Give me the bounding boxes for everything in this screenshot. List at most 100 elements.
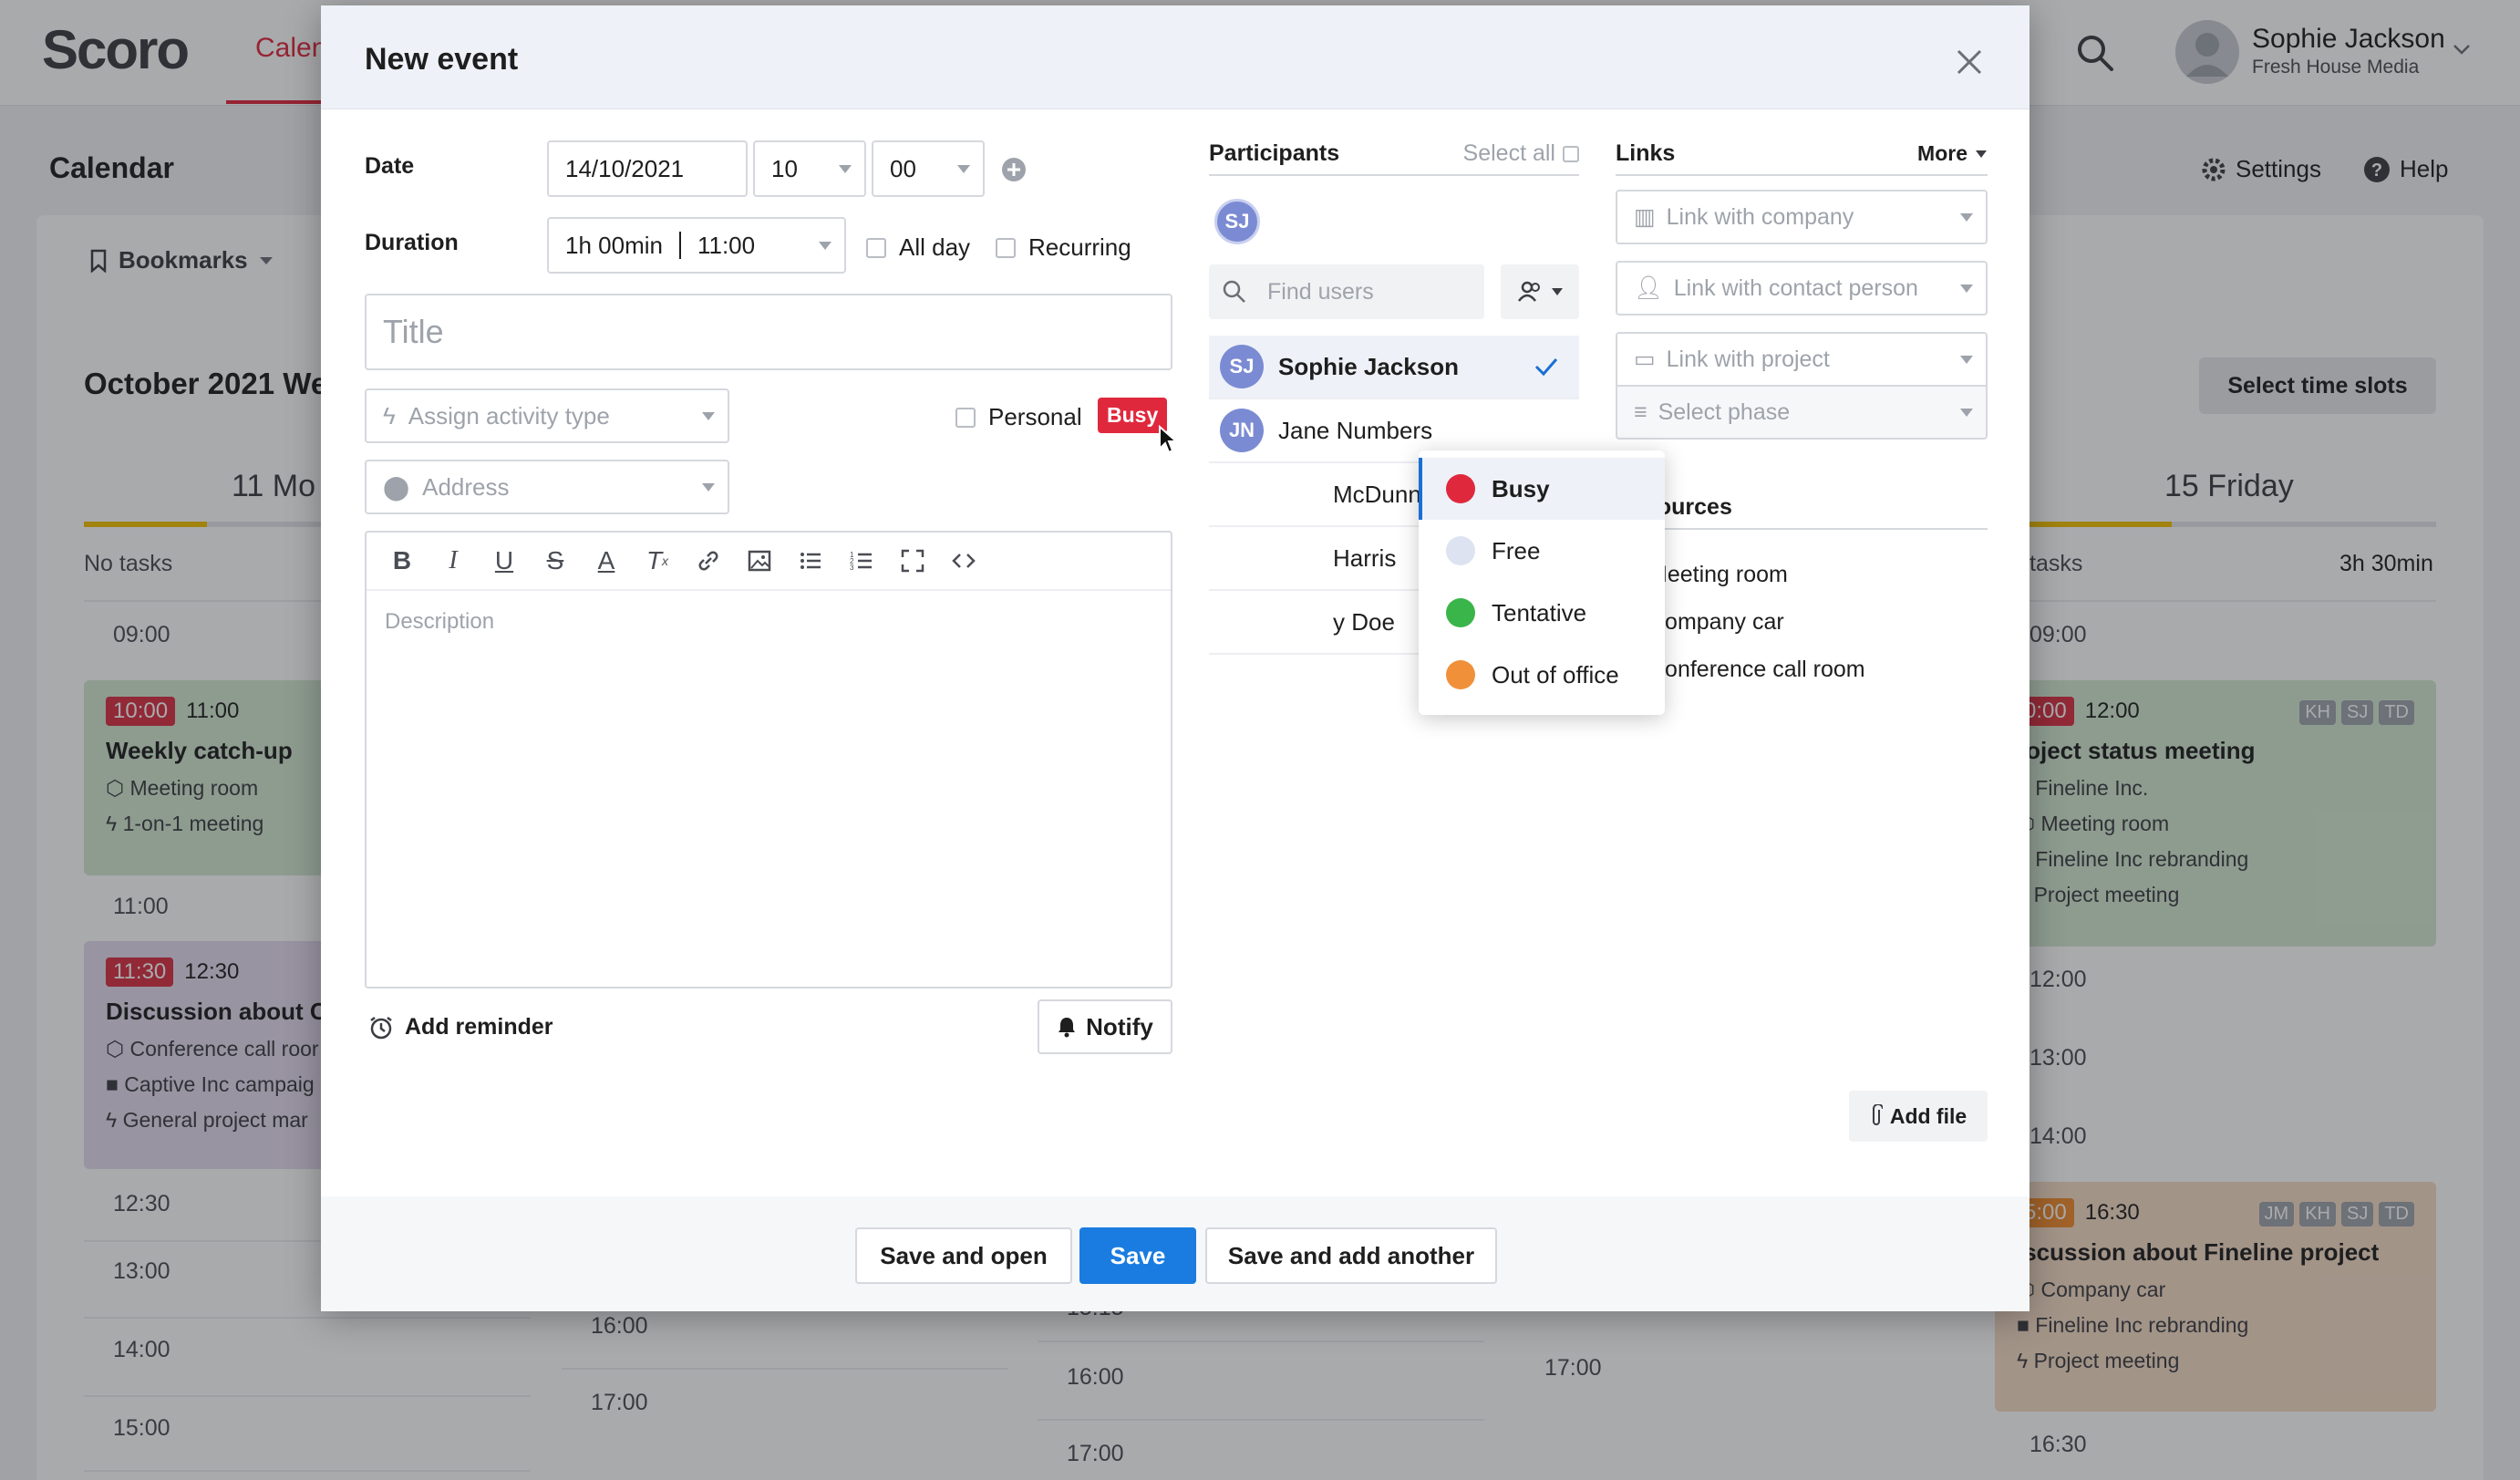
user-groups-button[interactable]	[1501, 264, 1579, 319]
activity-type-select[interactable]: ϟ Assign activity type	[365, 388, 729, 443]
recurring-label: Recurring	[1028, 233, 1131, 261]
status-dropdown-menu: Busy Free Tentative Out of office	[1419, 450, 1665, 715]
participant-name: Harris	[1333, 543, 1397, 572]
status-dot	[1446, 536, 1475, 565]
more-links-button[interactable]: More	[1917, 140, 1988, 167]
hour-value: 10	[771, 154, 798, 182]
minute-value: 00	[890, 154, 916, 182]
status-option-free[interactable]: Free	[1419, 520, 1665, 582]
status-dot	[1446, 660, 1475, 689]
phase-icon: ≡	[1634, 398, 1647, 425]
numbered-list-icon[interactable]: 123	[846, 545, 877, 576]
strikethrough-icon[interactable]: S	[540, 545, 571, 576]
lightning-icon: ϟ	[383, 401, 396, 430]
svg-text:3: 3	[850, 564, 854, 572]
participant-name: McDunn	[1333, 480, 1421, 508]
modal-title: New event	[365, 42, 519, 77]
recurring-checkbox[interactable]: Recurring	[996, 233, 1131, 262]
link-icon[interactable]	[693, 545, 724, 576]
checkbox[interactable]	[955, 407, 976, 428]
bold-icon[interactable]: B	[387, 545, 418, 576]
add-reminder-label: Add reminder	[405, 1014, 553, 1040]
modal-header	[321, 5, 2029, 109]
all-day-checkbox[interactable]: All day	[866, 233, 970, 262]
participant-avatar: SJ	[1220, 345, 1264, 388]
link-company-select[interactable]: ▥ Link with company	[1616, 190, 1988, 244]
mouse-cursor-icon	[1158, 425, 1178, 454]
status-option-tentative[interactable]: Tentative	[1419, 582, 1665, 644]
description-editor[interactable]: B I U S A Tx 123 Description	[365, 531, 1172, 988]
activity-placeholder: Assign activity type	[408, 401, 610, 430]
select-phase-select[interactable]: ≡ Select phase	[1616, 385, 1988, 440]
status-option-out-of-office[interactable]: Out of office	[1419, 644, 1665, 706]
checkbox[interactable]	[1563, 145, 1579, 162]
title-placeholder: Title	[383, 313, 444, 350]
duration-select[interactable]: 1h 00min 11:00	[547, 217, 846, 274]
add-time-icon[interactable]	[1001, 157, 1027, 182]
notify-button[interactable]: Notify	[1038, 999, 1172, 1054]
save-and-open-button[interactable]: Save and open	[855, 1227, 1072, 1284]
users-icon	[1516, 279, 1545, 305]
status-option-label: Out of office	[1492, 660, 1619, 688]
all-day-label: All day	[899, 233, 971, 261]
checkbox[interactable]	[996, 237, 1016, 258]
status-badge[interactable]: Busy	[1098, 398, 1168, 433]
resource-label: Company car	[1648, 609, 1784, 635]
editor-toolbar: B I U S A Tx 123	[367, 533, 1171, 591]
clear-format-icon[interactable]: Tx	[642, 545, 673, 576]
personal-label: Personal	[988, 403, 1082, 430]
text-color-icon[interactable]: A	[591, 545, 622, 576]
participant-avatar: JN	[1220, 409, 1264, 452]
alarm-icon	[368, 1015, 394, 1040]
more-label: More	[1917, 141, 1967, 165]
participant-row[interactable]: SJ Sophie Jackson	[1209, 336, 1579, 399]
end-time-value: 11:00	[697, 231, 756, 259]
selected-participant-avatar[interactable]: SJ	[1214, 199, 1260, 244]
bullet-list-icon[interactable]	[795, 545, 826, 576]
participants-header: Participants Select all	[1209, 140, 1579, 176]
select-all-toggle[interactable]: Select all	[1463, 140, 1579, 167]
link-contact-placeholder: Link with contact person	[1673, 274, 1918, 301]
participant-name: Jane Numbers	[1278, 416, 1433, 444]
link-contact-select[interactable]: 👤︎ Link with contact person	[1616, 261, 1988, 316]
date-input[interactable]: 14/10/2021	[547, 140, 748, 197]
add-file-button[interactable]: Add file	[1849, 1091, 1988, 1142]
close-icon[interactable]	[1953, 46, 1986, 78]
italic-icon[interactable]: I	[438, 545, 469, 576]
search-icon	[1222, 279, 1247, 305]
select-phase-placeholder: Select phase	[1658, 398, 1791, 425]
title-input[interactable]: Title	[365, 294, 1172, 370]
status-options: Busy Free Tentative Out of office	[1419, 450, 1665, 706]
resource-label: Conference call room	[1648, 657, 1865, 682]
hour-select[interactable]: 10	[753, 140, 866, 197]
image-icon[interactable]	[744, 545, 775, 576]
status-option-label: Tentative	[1492, 598, 1587, 626]
find-users-input[interactable]: Find users	[1209, 264, 1484, 319]
minute-select[interactable]: 00	[872, 140, 985, 197]
fullscreen-icon[interactable]	[897, 545, 928, 576]
link-project-select[interactable]: ▭ Link with project	[1616, 332, 1988, 387]
resources-header: Resources	[1616, 494, 1988, 530]
checkbox[interactable]	[866, 237, 886, 258]
save-and-add-another-button[interactable]: Save and add another	[1205, 1227, 1497, 1284]
notify-label: Notify	[1086, 1012, 1153, 1040]
building-icon: ▥	[1634, 204, 1656, 230]
personal-checkbox[interactable]: Personal	[955, 403, 1082, 431]
code-icon[interactable]	[948, 545, 979, 576]
status-option-busy[interactable]: Busy	[1419, 458, 1665, 520]
duration-value: 1h 00min	[565, 231, 663, 259]
participant-name: Sophie Jackson	[1278, 352, 1459, 380]
add-reminder-button[interactable]: Add reminder	[368, 1014, 553, 1040]
address-input[interactable]: ⬤ Address	[365, 460, 729, 514]
save-button[interactable]: Save	[1079, 1227, 1196, 1284]
underline-icon[interactable]: U	[489, 545, 520, 576]
find-users-placeholder: Find users	[1267, 278, 1374, 305]
description-placeholder: Description	[385, 609, 495, 634]
links-title: Links	[1616, 140, 1676, 166]
select-all-label: Select all	[1462, 140, 1555, 166]
new-event-modal: New event Date 14/10/2021 10 00 Duration…	[321, 5, 2029, 1311]
bell-icon	[1057, 1016, 1077, 1038]
resource-label: Meeting room	[1648, 562, 1788, 587]
check-icon	[1534, 356, 1559, 378]
link-company-placeholder: Link with company	[1666, 203, 1854, 230]
